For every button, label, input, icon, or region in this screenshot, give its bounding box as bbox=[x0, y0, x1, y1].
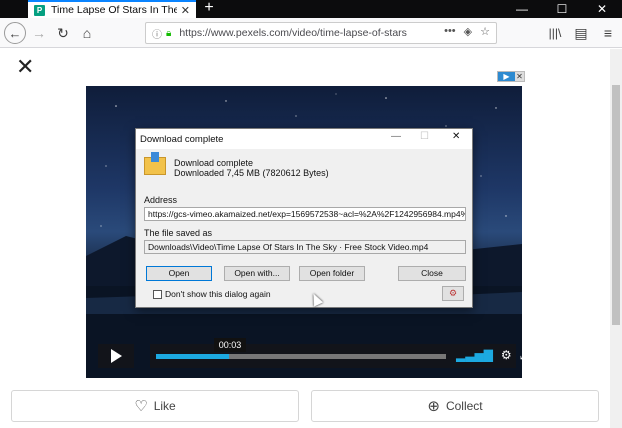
adchoices-badge[interactable]: ▶ ✕ bbox=[497, 71, 525, 82]
menu-button[interactable]: ≡ bbox=[597, 22, 619, 44]
saved-as-label: The file saved as bbox=[144, 228, 213, 238]
video-control-bar: ▂▃▅▇ ⚙ ⤢ bbox=[150, 344, 522, 368]
close-modal-icon[interactable]: ✕ bbox=[16, 56, 34, 78]
lock-icon: 🔒︎ bbox=[166, 27, 172, 39]
page-scrollbar[interactable] bbox=[610, 49, 622, 428]
sidebar-button[interactable]: ▤ bbox=[570, 22, 592, 44]
progress-bar[interactable] bbox=[156, 354, 446, 359]
home-icon: ⌂ bbox=[82, 25, 92, 41]
home-button[interactable]: ⌂ bbox=[76, 22, 98, 44]
tab-bar: P Time Lapse Of Stars In The Sky ✕ + — ☐… bbox=[0, 0, 622, 18]
dialog-size-text: Downloaded 7,45 MB (7820612 Bytes) bbox=[174, 168, 329, 178]
time-tooltip: 00:03 bbox=[214, 338, 246, 352]
folder-download-icon bbox=[144, 152, 166, 175]
new-tab-button[interactable]: + bbox=[200, 0, 218, 18]
pocket-icon[interactable]: ◈ bbox=[464, 25, 472, 38]
url-bar[interactable]: ⓘ 🔒︎ https://www.pexels.com/video/time-l… bbox=[145, 22, 497, 44]
scrollbar-thumb[interactable] bbox=[612, 85, 620, 325]
fullscreen-icon[interactable]: ⤢ bbox=[520, 348, 522, 363]
heart-icon: ♡ bbox=[134, 398, 148, 415]
dialog-maximize-icon: ☐ bbox=[420, 131, 429, 142]
dialog-settings-button[interactable]: ⚙ bbox=[442, 286, 464, 301]
settings-icon: ⚙ bbox=[448, 288, 458, 298]
progress-fill bbox=[156, 354, 229, 359]
adchoices-icon: ▶ bbox=[498, 72, 515, 81]
library-icon: |||\ bbox=[548, 26, 562, 40]
address-field[interactable]: https://gcs-vimeo.akamaized.net/exp=1569… bbox=[144, 207, 466, 221]
dont-show-label: Don't show this dialog again bbox=[165, 289, 271, 299]
close-button[interactable]: Close bbox=[398, 266, 466, 281]
like-label: Like bbox=[153, 399, 176, 413]
like-button[interactable]: ♡ Like bbox=[11, 390, 299, 422]
bookmark-star-icon[interactable]: ☆ bbox=[480, 25, 490, 38]
address-label: Address bbox=[144, 195, 178, 205]
more-actions-icon[interactable]: ••• bbox=[444, 25, 456, 38]
tab-close-icon[interactable]: ✕ bbox=[181, 4, 190, 17]
plus-circle-icon: ⊕ bbox=[427, 398, 440, 415]
saved-as-field[interactable]: Downloads\Video\Time Lapse Of Stars In T… bbox=[144, 240, 466, 254]
minimize-button[interactable]: — bbox=[502, 0, 542, 18]
open-button[interactable]: Open bbox=[146, 266, 212, 281]
download-complete-dialog: Download complete — ☐ ✕ Download complet… bbox=[135, 128, 473, 308]
back-arrow-icon: ← bbox=[4, 22, 26, 44]
nav-bar: ← → ↻ ⌂ ⓘ 🔒︎ https://www.pexels.com/vide… bbox=[0, 18, 622, 48]
sidebar-icon: ▤ bbox=[574, 24, 588, 41]
dialog-title: Download complete bbox=[140, 133, 224, 145]
tab-title: Time Lapse Of Stars In The Sky bbox=[51, 4, 177, 16]
hamburger-menu-icon: ≡ bbox=[603, 25, 613, 41]
forward-button[interactable]: → bbox=[28, 22, 50, 44]
info-icon[interactable]: ⓘ bbox=[152, 26, 162, 41]
browser-tab[interactable]: P Time Lapse Of Stars In The Sky ✕ bbox=[28, 0, 196, 18]
library-button[interactable]: |||\ bbox=[544, 22, 566, 44]
collect-label: Collect bbox=[445, 399, 483, 413]
dialog-heading: Download complete bbox=[174, 158, 254, 168]
forward-arrow-icon: → bbox=[32, 25, 46, 41]
dont-show-checkbox[interactable] bbox=[153, 290, 162, 299]
play-icon bbox=[110, 349, 122, 363]
reload-button[interactable]: ↻ bbox=[52, 22, 74, 44]
dialog-minimize-icon[interactable]: — bbox=[391, 131, 401, 142]
url-text: https://www.pexels.com/video/time-lapse-… bbox=[179, 27, 407, 39]
play-button[interactable] bbox=[98, 344, 134, 368]
back-button[interactable]: ← bbox=[4, 22, 26, 44]
pexels-favicon-icon: P bbox=[34, 4, 45, 16]
collect-button[interactable]: ⊕ Collect bbox=[311, 390, 599, 422]
volume-icon[interactable]: ▂▃▅▇ bbox=[456, 348, 493, 363]
close-window-button[interactable]: ✕ bbox=[582, 0, 622, 18]
ad-close-icon[interactable]: ✕ bbox=[515, 72, 524, 81]
open-folder-button[interactable]: Open folder bbox=[299, 266, 365, 281]
open-with-button[interactable]: Open with... bbox=[224, 266, 290, 281]
dialog-close-icon[interactable]: ✕ bbox=[452, 131, 460, 142]
reload-icon: ↻ bbox=[57, 24, 69, 41]
maximize-button[interactable]: ☐ bbox=[542, 0, 582, 18]
settings-gear-icon[interactable]: ⚙ bbox=[501, 348, 512, 363]
